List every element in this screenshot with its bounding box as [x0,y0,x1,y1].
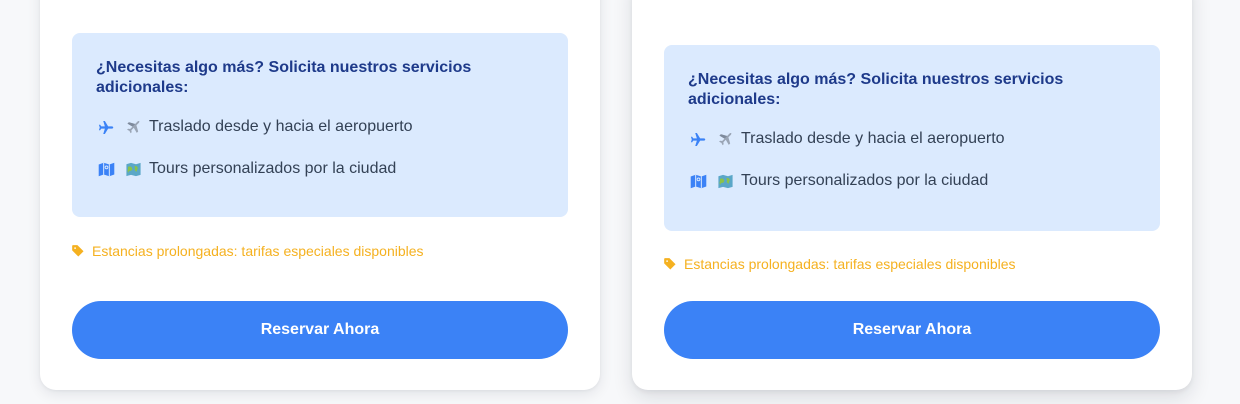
airplane-emoji-icon [716,130,734,148]
plane-icon [96,118,116,136]
offer-card: ¿Necesitas algo más? Solicita nuestros s… [632,0,1192,390]
service-item-city-tours: Tours personalizados por la ciudad [688,168,1136,194]
service-label: Tours personalizados por la ciudad [149,160,397,177]
services-title: ¿Necesitas algo más? Solicita nuestros s… [688,71,1064,108]
extended-stay-promo: Estancias prolongadas: tarifas especiale… [663,256,1016,272]
service-label: Traslado desde y hacia el aeropuerto [149,118,413,135]
service-label: Tours personalizados por la ciudad [741,172,989,189]
service-label: Traslado desde y hacia el aeropuerto [741,130,1005,147]
promo-text: Estancias prolongadas: tarifas especiale… [92,243,424,259]
services-title: ¿Necesitas algo más? Solicita nuestros s… [96,59,472,96]
map-icon [688,172,708,190]
reserve-now-button[interactable]: Reservar Ahora [664,301,1160,359]
extended-stay-promo: Estancias prolongadas: tarifas especiale… [71,243,424,259]
additional-services-panel: ¿Necesitas algo más? Solicita nuestros s… [72,33,568,217]
service-item-airport-transfer: Traslado desde y hacia el aeropuerto [688,126,1136,152]
world-map-emoji-icon [124,160,142,178]
offer-card: ¿Necesitas algo más? Solicita nuestros s… [40,0,600,390]
service-item-city-tours: Tours personalizados por la ciudad [96,156,544,182]
map-icon [96,160,116,178]
additional-services-panel: ¿Necesitas algo más? Solicita nuestros s… [664,45,1160,231]
service-list: Traslado desde y hacia el aeropuerto Tou… [96,114,544,182]
plane-icon [688,130,708,148]
tag-icon [663,257,677,271]
tag-icon [71,244,85,258]
service-item-airport-transfer: Traslado desde y hacia el aeropuerto [96,114,544,140]
world-map-emoji-icon [716,172,734,190]
reserve-now-button[interactable]: Reservar Ahora [72,301,568,359]
service-list: Traslado desde y hacia el aeropuerto Tou… [688,126,1136,194]
airplane-emoji-icon [124,118,142,136]
promo-text: Estancias prolongadas: tarifas especiale… [684,256,1016,272]
